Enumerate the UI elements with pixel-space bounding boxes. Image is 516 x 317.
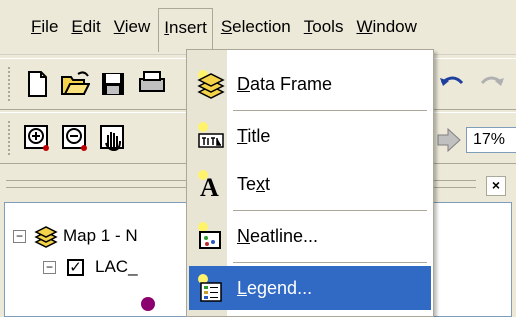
toolbar-grip[interactable]	[8, 67, 12, 101]
menu-item-title-label: Title	[237, 114, 270, 158]
menu-item-legend-label: Legend...	[237, 266, 312, 310]
zoom-in-button[interactable]	[22, 123, 52, 153]
point-symbol-icon	[141, 297, 155, 311]
map-expander[interactable]: −	[13, 230, 26, 243]
menu-window[interactable]: Window	[351, 8, 421, 46]
data-frame-accel: D	[237, 74, 250, 94]
menu-item-text[interactable]: A Text	[189, 162, 431, 206]
menu-window-accel: W	[356, 17, 373, 36]
pan-button[interactable]	[98, 123, 128, 153]
menu-item-data-frame[interactable]: Data Frame	[189, 62, 431, 106]
svg-text:A: A	[200, 173, 219, 200]
menu-tools[interactable]: Tools	[299, 8, 349, 46]
menu-insert-label: nsert	[169, 18, 207, 37]
legend-accel: L	[237, 278, 248, 298]
menu-item-data-frame-label: Data Frame	[237, 62, 332, 106]
new-document-icon	[28, 71, 47, 97]
print-icon	[139, 71, 165, 92]
save-disk-icon	[102, 73, 124, 95]
page-arrow-button[interactable]	[434, 125, 464, 155]
menu-selection[interactable]: Selection	[216, 8, 296, 46]
menu-bar: File Edit View Insert Selection Tools Wi…	[0, 0, 516, 55]
toolbar-grip-2[interactable]	[8, 121, 12, 155]
zoom-out-button[interactable]	[60, 123, 90, 153]
toc-close-button[interactable]: ×	[486, 176, 506, 196]
data-frame-layers-icon	[33, 224, 59, 253]
menu-separator	[233, 110, 427, 112]
title-rest: itle	[247, 126, 271, 146]
open-folder-icon	[61, 71, 91, 95]
menu-window-label: indow	[372, 17, 417, 36]
menu-edit-label: dit	[82, 17, 101, 36]
menu-file[interactable]: File	[26, 8, 63, 46]
text-pre: Te	[237, 174, 257, 194]
menu-selection-accel: S	[220, 17, 233, 36]
legend-rest: egend...	[247, 278, 313, 298]
layer-label[interactable]: LAC_	[95, 254, 138, 280]
title-icon	[195, 120, 227, 152]
insert-menu-dropdown: Data Frame Title A Text Neatline... Lege…	[186, 49, 434, 317]
menu-file-accel: F	[31, 17, 42, 36]
map-data-frame-label[interactable]: Map 1 - N	[63, 223, 138, 249]
layer-expander[interactable]: −	[43, 261, 56, 274]
save-button[interactable]	[98, 69, 128, 99]
redo-button[interactable]	[476, 69, 506, 99]
menu-item-neatline-label: Neatline...	[237, 214, 318, 258]
menu-insert[interactable]: Insert	[158, 8, 213, 52]
data-frame-rest: ata Frame	[250, 74, 333, 94]
menu-separator-3	[233, 262, 427, 264]
page-arrow-icon	[437, 127, 461, 153]
zoom-percent-field[interactable]: 17%	[466, 127, 516, 153]
menu-item-neatline[interactable]: Neatline...	[189, 214, 431, 258]
pan-hand-icon	[100, 125, 124, 152]
zoom-out-page-icon	[62, 125, 87, 151]
neatline-accel: N	[237, 226, 250, 246]
menu-item-title[interactable]: Title	[189, 114, 431, 158]
layer-visibility-checkbox[interactable]: ✓	[67, 259, 84, 276]
data-frame-icon	[195, 68, 227, 100]
text-rest: t	[265, 174, 271, 194]
new-document-button[interactable]	[22, 69, 52, 99]
neatline-rest: eatline...	[250, 226, 319, 246]
menu-edit[interactable]: Edit	[66, 8, 105, 46]
text-accel: x	[256, 174, 266, 194]
menu-selection-label: election	[232, 17, 291, 36]
neatline-icon	[195, 220, 227, 252]
zoom-in-page-icon	[24, 125, 49, 151]
legend-icon	[195, 272, 227, 304]
undo-icon	[440, 76, 464, 86]
menu-view-accel: V	[113, 17, 125, 36]
undo-button[interactable]	[438, 69, 468, 99]
menu-edit-accel: E	[71, 17, 83, 36]
menu-view[interactable]: View	[109, 8, 156, 46]
menu-item-legend[interactable]: Legend...	[189, 266, 431, 310]
text-icon: A	[195, 168, 227, 202]
redo-icon	[480, 76, 504, 86]
menu-file-label: ile	[41, 17, 59, 36]
menu-view-label: iew	[124, 17, 151, 36]
print-button[interactable]	[136, 69, 186, 99]
open-button[interactable]	[60, 69, 91, 99]
menu-item-text-label: Text	[237, 162, 270, 206]
menu-tools-label: ools	[312, 17, 344, 36]
title-accel: T	[237, 126, 248, 146]
menu-tools-accel: T	[303, 17, 313, 36]
menu-separator-2	[233, 210, 427, 212]
